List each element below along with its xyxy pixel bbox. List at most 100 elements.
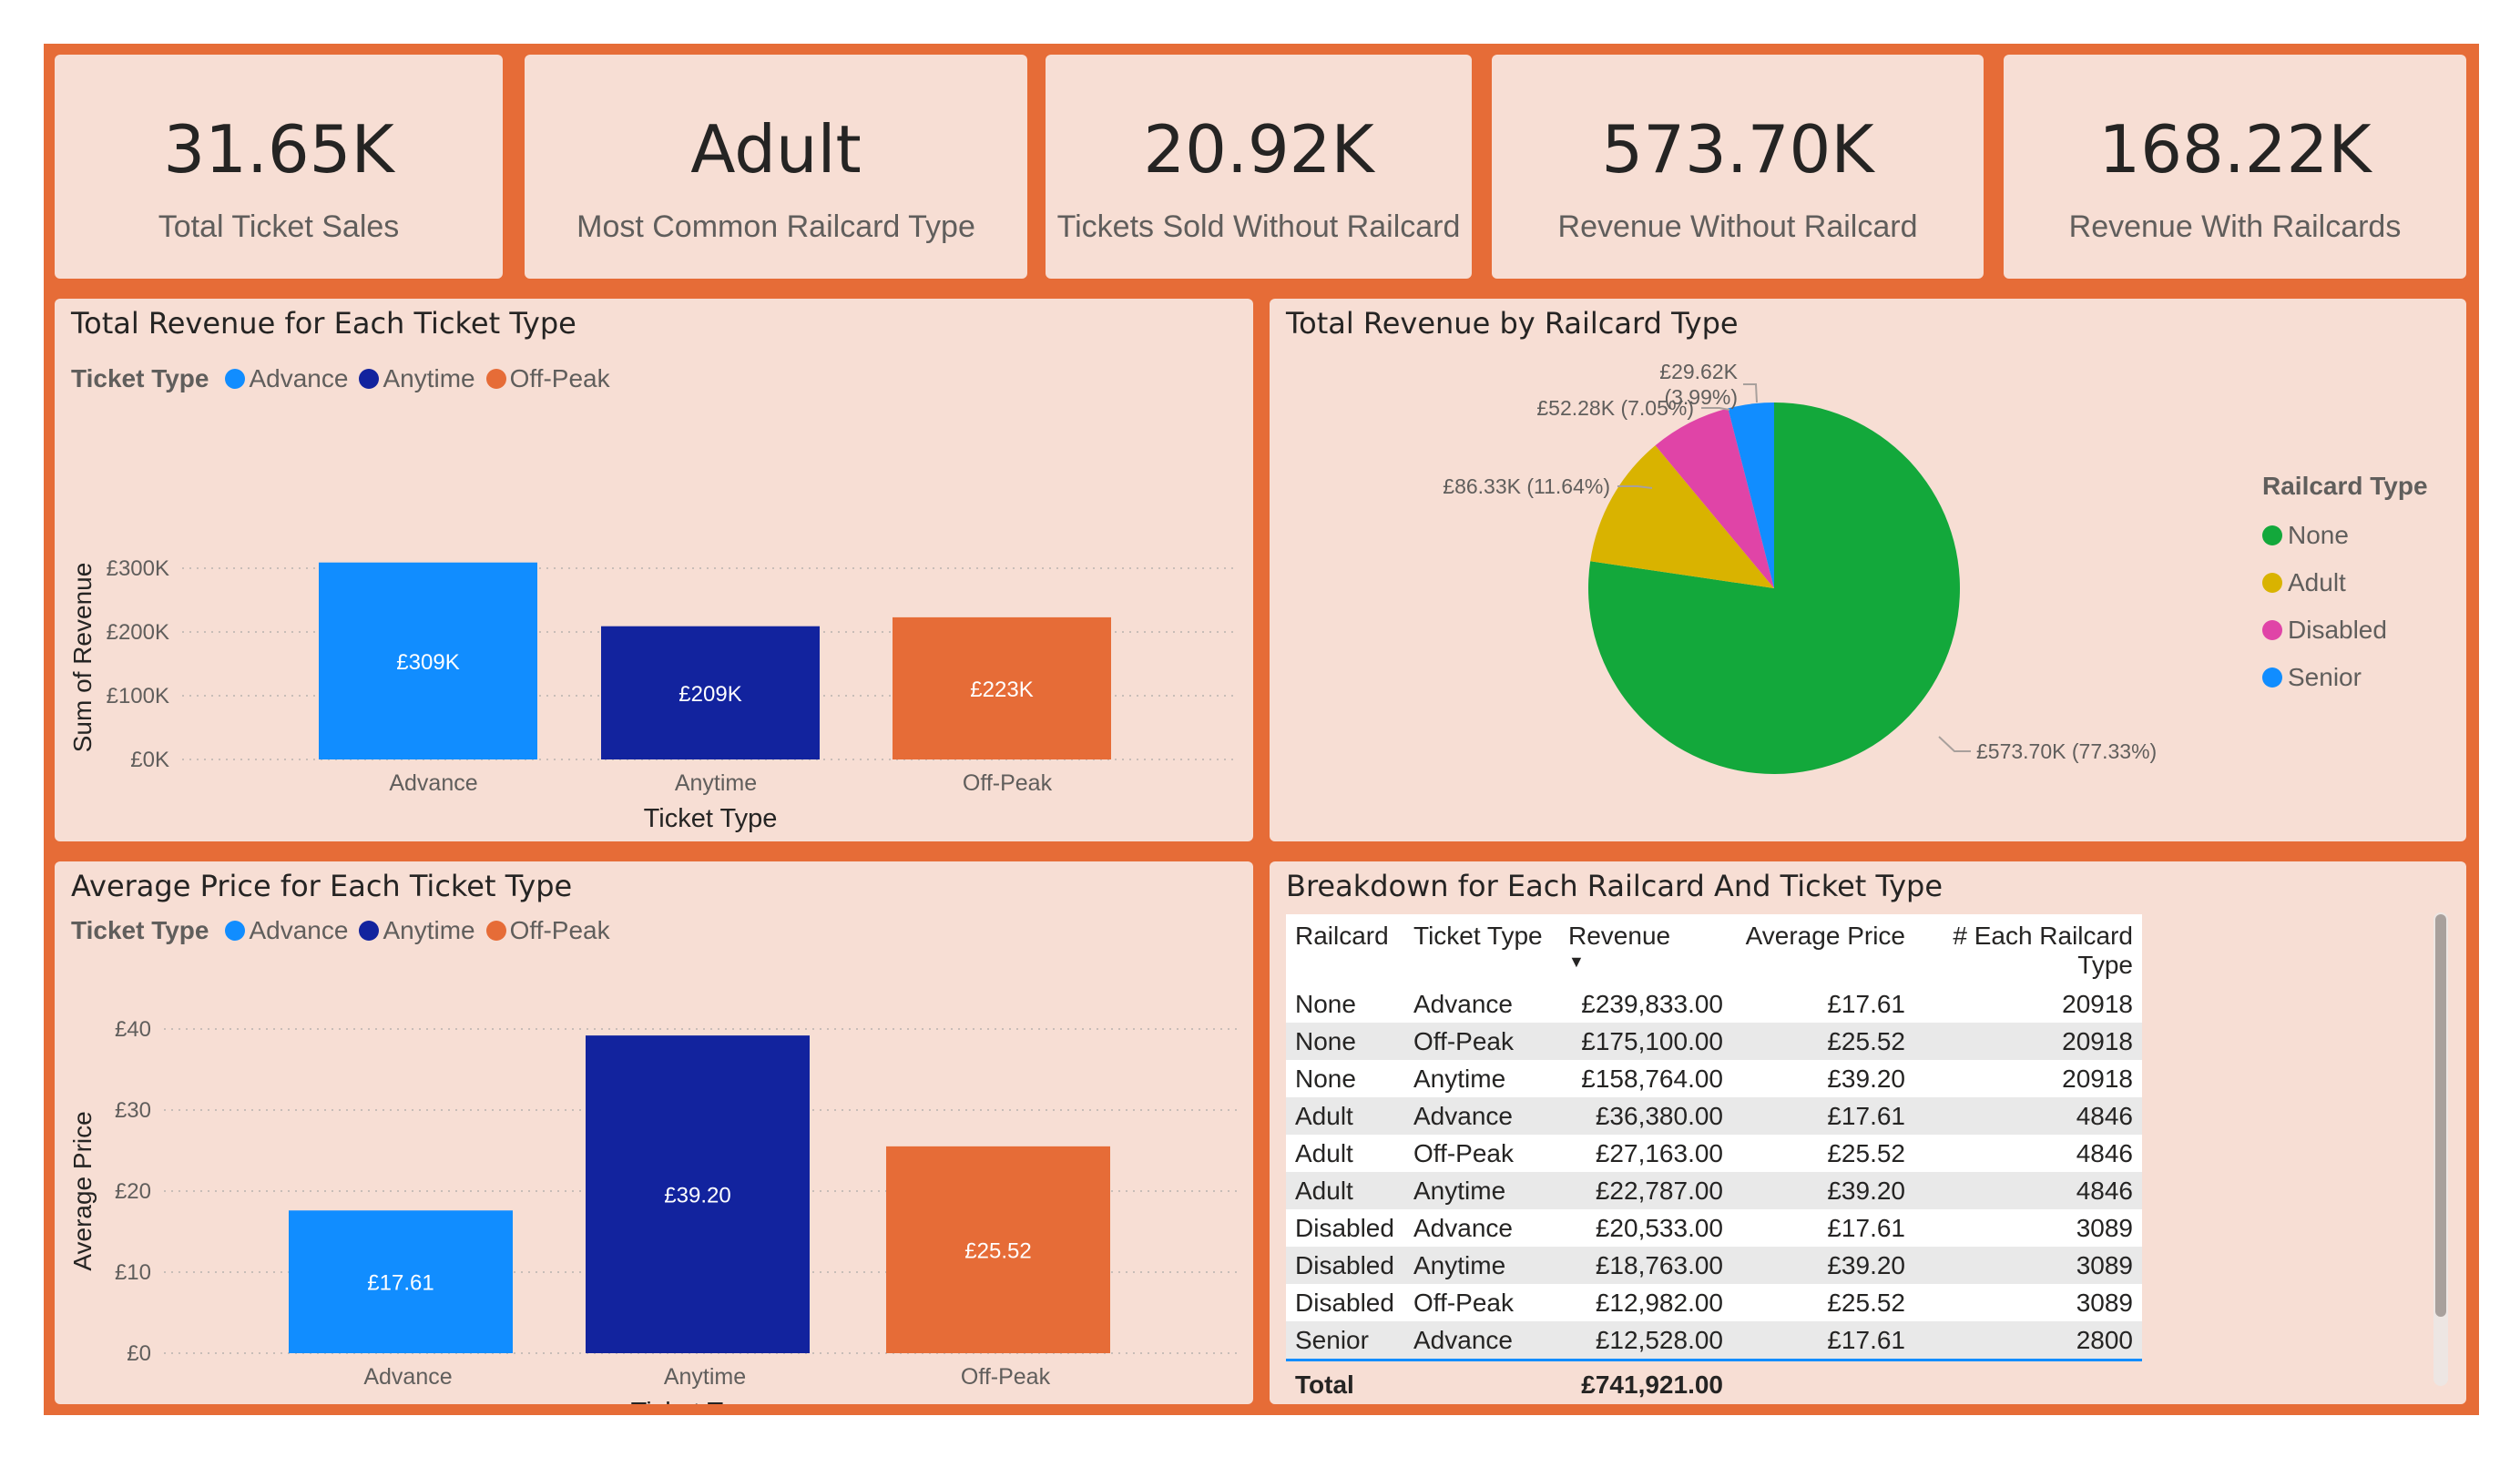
column-header-railcard-count[interactable]: # Each Railcard Type (1914, 914, 2142, 985)
vertical-scrollbar[interactable] (2433, 912, 2448, 1386)
cell-revenue: £12,528.00 (1559, 1321, 1732, 1360)
legend-label: Disabled (2288, 616, 2387, 644)
bar-data-label: £209K (678, 682, 741, 707)
sort-descending-icon: ▼ (1568, 953, 1585, 971)
cell-ticket-type: Anytime (1404, 1172, 1559, 1209)
cell-railcard-count: 4846 (1914, 1135, 2142, 1172)
pie-data-label: £86.33K (11.64%) (1443, 474, 1610, 498)
total-empty-cell (1404, 1359, 1559, 1409)
table-row[interactable]: Disabled Advance £20,533.00 £17.61 3089 (1286, 1209, 2142, 1247)
cell-average-price: £39.20 (1732, 1060, 1914, 1097)
legend-dot-icon (2262, 525, 2282, 545)
total-empty-cell (1914, 1359, 2142, 1409)
x-tick-label: Advance (363, 1364, 452, 1390)
cell-railcard-count: 4846 (1914, 1097, 2142, 1135)
bar-data-label: £223K (970, 678, 1033, 702)
breakdown-table-panel[interactable]: Breakdown for Each Railcard And Ticket T… (1270, 861, 2466, 1409)
y-tick-label: £20 (115, 1179, 151, 1204)
table-row[interactable]: Senior Advance £12,528.00 £17.61 2800 (1286, 1321, 2142, 1360)
cell-revenue: £22,787.00 (1559, 1172, 1732, 1209)
legend-item-none[interactable]: None (2262, 512, 2428, 559)
cell-average-price: £25.52 (1732, 1023, 1914, 1060)
cell-railcard: Adult (1286, 1097, 1404, 1135)
cell-average-price: £39.20 (1732, 1172, 1914, 1209)
legend-dot-icon (2262, 620, 2282, 640)
revenue-chart-panel[interactable]: Total Revenue for Each Ticket Type Ticke… (55, 299, 1253, 841)
x-axis-title: Ticket Type (644, 804, 778, 833)
cell-railcard: Disabled (1286, 1209, 1404, 1247)
kpi-label: Tickets Sold Without Railcard (1056, 209, 1461, 244)
y-axis-title: Sum of Revenue (68, 563, 97, 753)
legend-label: Senior (2288, 663, 2362, 691)
cell-average-price: £17.61 (1732, 1097, 1914, 1135)
cell-average-price: £25.52 (1732, 1135, 1914, 1172)
price-chart-panel[interactable]: Average Price for Each Ticket Type Ticke… (55, 861, 1253, 1404)
cell-ticket-type: Off-Peak (1404, 1135, 1559, 1172)
table-row[interactable]: Adult Anytime £22,787.00 £39.20 4846 (1286, 1172, 2142, 1209)
x-tick-label: Advance (389, 770, 477, 796)
legend-dot-icon (2262, 573, 2282, 593)
y-tick-label: £100K (107, 684, 169, 708)
cell-ticket-type: Advance (1404, 1321, 1559, 1360)
table-row[interactable]: None Advance £239,833.00 £17.61 20918 (1286, 985, 2142, 1023)
kpi-card-tickets-without-railcard[interactable]: 20.92K Tickets Sold Without Railcard (1046, 55, 1472, 279)
kpi-value: Adult (690, 111, 862, 188)
table-row[interactable]: None Anytime £158,764.00 £39.20 20918 (1286, 1060, 2142, 1097)
cell-revenue: £239,833.00 (1559, 985, 1732, 1023)
pie-leader-line (1938, 736, 1971, 752)
legend-item-senior[interactable]: Senior (2262, 654, 2428, 701)
table-row[interactable]: Disabled Anytime £18,763.00 £39.20 3089 (1286, 1247, 2142, 1284)
kpi-value: 31.65K (163, 111, 394, 188)
column-header-revenue[interactable]: Revenue ▼ (1559, 914, 1732, 985)
legend-label: Adult (2288, 568, 2346, 596)
pie-data-label: £29.62K (1659, 360, 1738, 383)
cell-revenue: £175,100.00 (1559, 1023, 1732, 1060)
column-header-railcard[interactable]: Railcard (1286, 914, 1404, 985)
cell-railcard: None (1286, 1060, 1404, 1097)
legend-item-disabled[interactable]: Disabled (2262, 606, 2428, 654)
y-tick-label: £0K (130, 748, 169, 772)
table-row[interactable]: Adult Advance £36,380.00 £17.61 4846 (1286, 1097, 2142, 1135)
kpi-value: 20.92K (1143, 111, 1374, 188)
kpi-card-revenue-without-railcard[interactable]: 573.70K Revenue Without Railcard (1492, 55, 1984, 279)
kpi-label: Revenue With Railcards (2068, 209, 2402, 244)
legend-item-adult[interactable]: Adult (2262, 559, 2428, 606)
bar-data-label: £309K (396, 650, 459, 675)
cell-railcard-count: 3089 (1914, 1284, 2142, 1321)
kpi-card-most-common-railcard[interactable]: Adult Most Common Railcard Type (525, 55, 1027, 279)
column-header-ticket-type[interactable]: Ticket Type (1404, 914, 1559, 985)
y-tick-label: £300K (107, 556, 169, 581)
table-row[interactable]: None Off-Peak £175,100.00 £25.52 20918 (1286, 1023, 2142, 1060)
cell-average-price: £25.52 (1732, 1284, 1914, 1321)
kpi-value: 573.70K (1601, 111, 1874, 188)
cell-ticket-type: Advance (1404, 985, 1559, 1023)
price-bar-chart: £0 £10 £20 £30 £40 £17.61 Advance £39.20 Anytime… (68, 1017, 1239, 1404)
table-row[interactable]: Disabled Off-Peak £12,982.00 £25.52 3089 (1286, 1284, 2142, 1321)
pie-leader-line (1743, 383, 1758, 403)
cell-ticket-type: Anytime (1404, 1060, 1559, 1097)
cell-average-price: £39.20 (1732, 1247, 1914, 1284)
cell-railcard-count: 2800 (1914, 1321, 2142, 1360)
railcard-pie-panel[interactable]: Total Revenue by Railcard Type £573.70K … (1270, 299, 2466, 841)
table-row[interactable]: Adult Off-Peak £27,163.00 £25.52 4846 (1286, 1135, 2142, 1172)
dashboard-frame: 31.65K Total Ticket Sales Adult Most Com… (44, 44, 2479, 1415)
cell-revenue: £18,763.00 (1559, 1247, 1732, 1284)
legend-label: None (2288, 521, 2349, 549)
scrollbar-thumb[interactable] (2435, 914, 2446, 1317)
x-tick-label: Off-Peak (963, 770, 1053, 796)
total-revenue: £741,921.00 (1559, 1359, 1732, 1409)
cell-revenue: £27,163.00 (1559, 1135, 1732, 1172)
cell-railcard: Disabled (1286, 1247, 1404, 1284)
cell-average-price: £17.61 (1732, 1209, 1914, 1247)
cell-railcard: None (1286, 985, 1404, 1023)
cell-ticket-type: Advance (1404, 1097, 1559, 1135)
cell-railcard-count: 20918 (1914, 1023, 2142, 1060)
cell-railcard-count: 3089 (1914, 1247, 2142, 1284)
y-tick-label: £40 (115, 1017, 151, 1042)
cell-railcard: Adult (1286, 1135, 1404, 1172)
kpi-card-revenue-with-railcards[interactable]: 168.22K Revenue With Railcards (2004, 55, 2466, 279)
kpi-card-total-ticket-sales[interactable]: 31.65K Total Ticket Sales (55, 55, 503, 279)
table-total-row: Total £741,921.00 (1286, 1359, 2142, 1409)
table-title: Breakdown for Each Railcard And Ticket T… (1286, 869, 1943, 903)
column-header-average-price[interactable]: Average Price (1732, 914, 1914, 985)
